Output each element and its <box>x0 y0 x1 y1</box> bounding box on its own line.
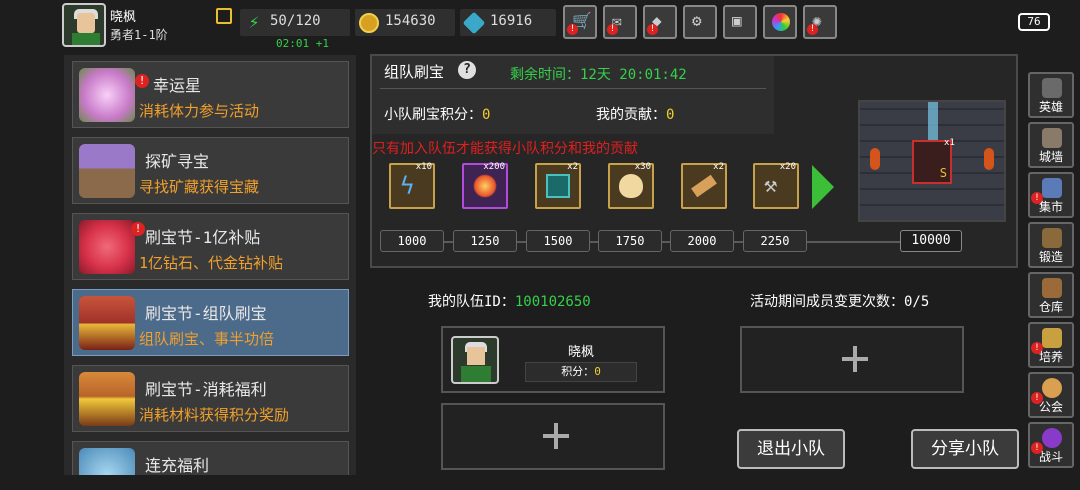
lottery-button[interactable] <box>763 5 797 39</box>
player-name: 晓枫 <box>110 10 137 25</box>
mail-button[interactable]: ✉! <box>603 5 637 39</box>
treasure-chest-icon <box>79 296 135 350</box>
final-reward-scene: S x1 <box>858 100 1006 222</box>
battery-indicator: 76 <box>1018 13 1050 31</box>
helmet-icon <box>1042 78 1062 98</box>
member-slot-filled[interactable]: 晓枫 积分：0 <box>441 326 665 393</box>
settings-button[interactable]: ⚙ <box>683 5 717 39</box>
gold-coin-icon <box>359 13 379 33</box>
event-item-recharge[interactable]: 连充福利 <box>72 441 349 475</box>
add-member-icon <box>842 346 868 372</box>
sidebar-item-training[interactable]: ! 培养 <box>1028 322 1074 368</box>
scroll-icon <box>691 174 717 198</box>
spellbook-icon <box>546 174 570 198</box>
milestone-1500: 1500 <box>526 230 590 252</box>
event-item-lucky-star[interactable]: ! 幸运星 消耗体力参与活动 <box>72 61 349 128</box>
player-avatar[interactable] <box>62 3 106 47</box>
stamina-timer: 02:01 +1 <box>276 37 329 50</box>
add-member-icon <box>543 423 569 449</box>
gear-icon: ⚙ <box>692 11 702 30</box>
trophy-icon <box>1042 328 1062 348</box>
alert-badge-icon: ! <box>607 24 618 35</box>
event-item-subsidy[interactable]: ! 刷宝节-1亿补贴 1亿钻石、代金钻补贴 <box>72 213 349 280</box>
sidebar-item-forge[interactable]: 锻造 <box>1028 222 1074 268</box>
scroll-right-arrow-icon[interactable] <box>812 165 834 209</box>
sidebar-item-storage[interactable]: 仓库 <box>1028 272 1074 318</box>
games-button[interactable]: ◆! <box>643 5 677 39</box>
reward-slot[interactable]: x2 <box>535 162 581 209</box>
market-stall-icon <box>1042 178 1062 198</box>
guild-emblem-icon <box>1042 378 1062 398</box>
shop-button[interactable]: 🛒! <box>563 5 597 39</box>
alert-badge-icon: ! <box>131 222 145 236</box>
treasure-chest-icon <box>79 144 135 198</box>
alert-badge-icon: ! <box>135 74 149 88</box>
anvil-icon <box>1042 228 1062 248</box>
remaining-time: 剩余时间：12天 20:01:42 <box>510 67 687 83</box>
gold-chest-icon <box>79 372 135 426</box>
reward-slot[interactable]: ⚒ x20 <box>753 162 799 209</box>
member-slot-empty[interactable] <box>740 326 964 393</box>
share-team-button[interactable]: 分享小队 <box>911 429 1019 469</box>
red-gem-icon <box>79 220 135 274</box>
team-id: 我的队伍ID：100102650 <box>428 294 591 310</box>
my-contribution: 我的贡献：0 <box>596 107 675 123</box>
reward-slot[interactable]: x200 <box>462 162 508 209</box>
sidebar-item-wall[interactable]: 城墙 <box>1028 122 1074 168</box>
lightning-icon: ⚡ <box>248 12 260 33</box>
sidebar-item-battle[interactable]: ! 战斗 <box>1028 422 1074 468</box>
alert-badge-icon: ! <box>807 24 818 35</box>
milestone-10000: 10000 <box>900 230 962 252</box>
alert-badge-icon: ! <box>647 24 658 35</box>
member-change-count: 活动期间成员变更次数：0/5 <box>750 294 930 310</box>
milestone-2000: 2000 <box>670 230 734 252</box>
member-avatar <box>451 336 499 384</box>
star-icon <box>79 68 135 122</box>
gold-display[interactable]: 154630 <box>355 9 455 36</box>
hammer-icon: ⚒ <box>764 173 778 198</box>
sidebar-item-guild[interactable]: ! 公会 <box>1028 372 1074 418</box>
milestone-1750: 1750 <box>598 230 662 252</box>
reward-slot[interactable]: x2 <box>681 162 727 209</box>
castle-wall-icon <box>1042 128 1062 148</box>
help-icon[interactable]: ? <box>458 61 476 79</box>
panel-title: 组队刷宝 <box>384 63 445 81</box>
join-warning: 只有加入队伍才能获得小队积分和我的贡献 <box>372 141 638 157</box>
edit-icon[interactable] <box>216 8 232 24</box>
milestone-1250: 1250 <box>453 230 517 252</box>
team-points: 小队刷宝积分：0 <box>384 107 491 123</box>
lightning-scroll-icon: ϟ <box>400 172 415 200</box>
gift-icon: ▣ <box>732 11 742 30</box>
color-wheel-icon <box>772 13 790 31</box>
leave-team-button[interactable]: 退出小队 <box>737 429 845 469</box>
alert-badge-icon: ! <box>567 24 578 35</box>
member-name: 晓枫 <box>568 345 595 360</box>
event-item-team-farming[interactable]: 刷宝节-组队刷宝 组队刷宝、事半功倍 <box>72 289 349 356</box>
egg-icon <box>619 174 643 198</box>
milestone-2250: 2250 <box>743 230 807 252</box>
gem-icon <box>462 11 486 35</box>
event-item-mining[interactable]: 探矿寻宝 寻找矿藏获得宝藏 <box>72 137 349 204</box>
sidebar-item-hero[interactable]: 英雄 <box>1028 72 1074 118</box>
crystal-icon <box>79 448 135 475</box>
player-rank: 勇者1-1阶 <box>110 28 168 42</box>
milestone-1000: 1000 <box>380 230 444 252</box>
gift-button[interactable]: ▣ <box>723 5 757 39</box>
storage-chest-icon <box>1042 278 1062 298</box>
event-item-consume-bonus[interactable]: 刷宝节-消耗福利 消耗材料获得积分奖励 <box>72 365 349 432</box>
sidebar-item-market[interactable]: ! 集市 <box>1028 172 1074 218</box>
stamina-display[interactable]: ⚡ 50/120 <box>240 9 350 36</box>
event-button[interactable]: ✺! <box>803 5 837 39</box>
member-slot-empty[interactable] <box>441 403 665 470</box>
gem-display[interactable]: 16916 <box>460 9 556 36</box>
fire-icon <box>473 174 497 198</box>
reward-slot[interactable]: ϟ x10 <box>389 162 435 209</box>
event-list[interactable]: ! 幸运星 消耗体力参与活动 探矿寻宝 寻找矿藏获得宝藏 ! 刷宝节-1亿补贴 … <box>64 55 356 475</box>
header-divider <box>380 88 766 89</box>
portal-icon <box>1042 428 1062 448</box>
reward-slot[interactable]: x30 <box>608 162 654 209</box>
member-points: 积分：0 <box>525 362 637 382</box>
